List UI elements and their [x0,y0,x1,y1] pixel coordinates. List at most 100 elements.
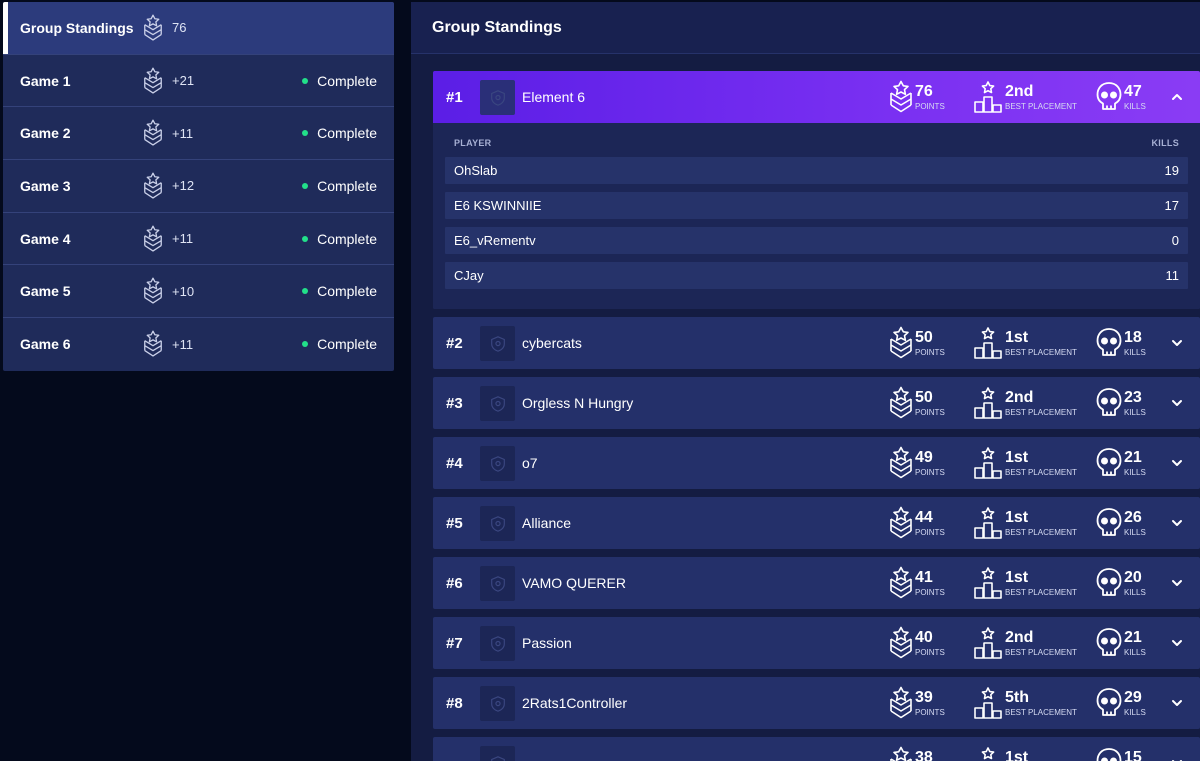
team-rank: #4 [446,454,463,472]
team-row[interactable]: #7 Passion 40 POINTS 2nd BEST PLACEMENT 21 KILL… [433,617,1200,669]
status-badge: Complete [302,231,377,247]
points-value: 41 [915,568,933,586]
team-row[interactable]: #1 Element 6 76 POINTS 2nd BEST PLACEMENT 47 KI… [433,71,1200,123]
skull-icon [1096,326,1122,360]
placement-label: BEST PLACEMENT [1005,647,1077,657]
placement-value: 5th [1005,688,1029,706]
placement-stat: 1stBEST PLACEMENT [973,745,1077,761]
sidebar-item-points: +21 [172,73,195,89]
placement-value: 2nd [1005,388,1034,406]
team-name: VAMO QUERER [522,575,626,591]
team-card: #4 o7 49 POINTS 1st BEST PLACEMENT 21 KILLS [433,437,1200,489]
chevron-rank-icon [889,80,913,114]
chevron-down-icon[interactable] [1170,456,1184,470]
podium-icon [973,80,1003,114]
roster-header: PLAYER KILLS [445,131,1188,157]
sidebar-item-group-standings[interactable]: Group Standings 76 [3,2,394,55]
shield-icon [489,455,507,473]
team-row[interactable]: 38POINTS 1stBEST PLACEMENT 15KILLS [433,737,1200,761]
placement-stat: 2nd BEST PLACEMENT [973,79,1077,115]
sidebar-item-points: +12 [172,178,195,194]
podium-icon [973,626,1003,660]
chevron-rank-icon [889,446,913,480]
chevron-down-icon[interactable] [1170,336,1184,350]
sidebar-item-game-5[interactable]: Game 5 +10 Complete [3,265,394,319]
sidebar-item-game-1[interactable]: Game 1 +21 Complete [3,55,394,108]
team-row[interactable]: #4 o7 49 POINTS 1st BEST PLACEMENT 21 KILLS [433,437,1200,489]
points-stat: 38POINTS [889,745,945,761]
sidebar-item-label: Game 6 [20,336,71,353]
chevron-rank-icon [889,506,913,540]
team-rank: #6 [446,574,463,592]
team-card: 38POINTS 1stBEST PLACEMENT 15KILLS [433,737,1200,761]
sidebar-item-points: 76 [172,20,187,36]
kills-label: KILLS [1124,707,1146,717]
points-label: POINTS [915,527,945,537]
points-stat: 76 POINTS [889,79,945,115]
player-name: OhSlab [454,163,498,178]
placement-label: BEST PLACEMENT [1005,407,1077,417]
sidebar-item-points: +11 [172,125,194,141]
player-column-header: PLAYER [454,138,492,148]
chevron-down-icon[interactable] [1170,696,1184,710]
chevron-down-icon[interactable] [1170,756,1184,761]
chevron-rank-icon [143,172,163,200]
chevron-down-icon[interactable] [1170,576,1184,590]
sidebar-item-label: Game 1 [20,72,71,89]
shield-icon [489,755,507,761]
sidebar-item-game-6[interactable]: Game 6 +11 Complete [3,318,394,371]
points-stat: 41 POINTS [889,565,945,601]
status-text: Complete [317,125,377,142]
team-row[interactable]: #8 2Rats1Controller 39 POINTS 5th BEST PLACEM… [433,677,1200,729]
player-name: CJay [454,268,484,283]
shield-icon [489,515,507,533]
kills-value: 21 [1124,448,1142,466]
sidebar-item-game-2[interactable]: Game 2 +11 Complete [3,107,394,161]
team-card: #3 Orgless N Hungry 50 POINTS 2nd BEST PLACEM… [433,377,1200,429]
team-logo [480,506,515,541]
status-badge: Complete [302,336,377,352]
placement-stat: 2nd BEST PLACEMENT [973,385,1077,421]
kills-stat: 26 KILLS [1096,505,1146,541]
sidebar-item-game-3[interactable]: Game 3 +12 Complete [3,160,394,213]
team-card: #8 2Rats1Controller 39 POINTS 5th BEST PLACEM… [433,677,1200,729]
kills-stat: 20 KILLS [1096,565,1146,601]
skull-icon [1096,446,1122,480]
skull-icon [1096,80,1122,114]
sidebar-item-label: Group Standings [20,19,134,36]
sidebar-item-game-4[interactable]: Game 4 +11 Complete [3,213,394,266]
team-row[interactable]: #6 VAMO QUERER 41 POINTS 1st BEST PLACEMENT 20… [433,557,1200,609]
kills-label: KILLS [1124,347,1146,357]
player-row: CJay 11 [445,262,1188,289]
team-card: #7 Passion 40 POINTS 2nd BEST PLACEMENT 21 KILL… [433,617,1200,669]
placement-stat: 1stBEST PLACEMENT [973,505,1077,541]
placement-stat: 2nd BEST PLACEMENT [973,625,1077,661]
kills-label: KILLS [1124,587,1146,597]
points-value: 40 [915,628,933,646]
team-logo [480,446,515,481]
points-label: POINTS [915,647,945,657]
placement-value: 2nd [1005,628,1034,646]
chevron-down-icon[interactable] [1170,636,1184,650]
chevron-down-icon[interactable] [1170,516,1184,530]
team-name: Element 6 [522,89,586,105]
chevron-up-icon[interactable] [1170,90,1184,104]
shield-icon [489,89,507,107]
status-badge: Complete [302,178,377,194]
team-logo [480,566,515,601]
team-row[interactable]: #3 Orgless N Hungry 50 POINTS 2nd BEST PLACEM… [433,377,1200,429]
chevron-rank-icon [889,566,913,600]
kills-label: KILLS [1124,407,1146,417]
chevron-down-icon[interactable] [1170,396,1184,410]
team-rank: #5 [446,514,463,532]
status-dot-icon [302,235,309,242]
team-row[interactable]: #5 Alliance 44 POINTS 1st BEST PLACEMENT 26 KIL… [433,497,1200,549]
team-rank: #3 [446,394,463,412]
kills-column-header: KILLS [1151,138,1179,148]
sidebar-item-points: +11 [172,336,194,352]
kills-label: KILLS [1124,101,1146,111]
team-row[interactable]: #2 cybercats 50 POINTS 1st BEST PLACEMENT 18 KI… [433,317,1200,369]
kills-stat: 21 KILLS [1096,445,1146,481]
team-logo [480,326,515,361]
skull-icon [1096,566,1122,600]
